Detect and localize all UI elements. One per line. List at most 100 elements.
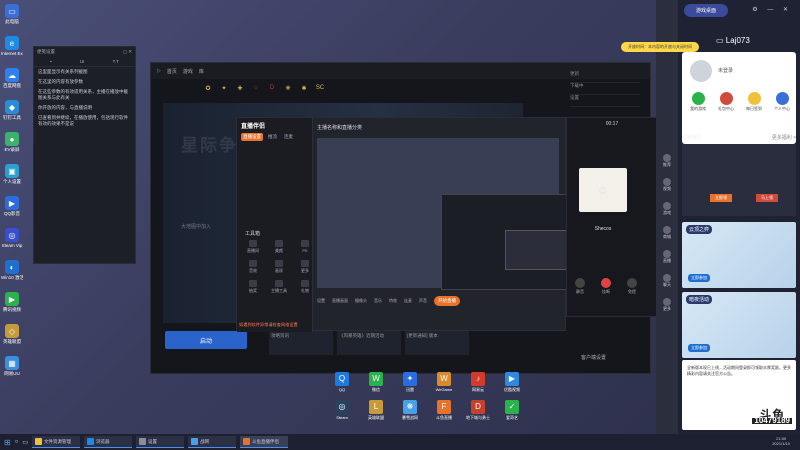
tool-item[interactable]: 礼物	[295, 280, 315, 296]
launcher-bottom-link[interactable]: 客户端设置	[581, 354, 606, 361]
taskbar-app[interactable]: 文件资源管理	[32, 436, 80, 448]
tab-link[interactable]: 连麦	[282, 133, 295, 141]
tray-app[interactable]: ◎ Steam	[330, 400, 354, 424]
search-icon[interactable]: ○	[15, 439, 19, 445]
start-button[interactable]: 启动	[165, 331, 247, 349]
game-icon-2[interactable]: ✦	[219, 83, 229, 93]
live-streaming-tool-window[interactable]: 直播伴侣 直播设置 推流 连麦 工具箱 直播间 美颜 PK 音效 画质 更多 抽奖 主播工具 礼…	[236, 117, 589, 332]
speaker-button[interactable]: 免提	[625, 278, 639, 295]
news-card[interactable]: 攻略资讯	[269, 331, 333, 355]
launcher-nav-home[interactable]: 首页	[167, 68, 177, 75]
tray-app[interactable]: ▶ 优酷视频	[500, 372, 524, 396]
desktop-icon[interactable]: ☁ 百度网盘	[1, 68, 23, 96]
hangup-button[interactable]: 挂断	[599, 278, 613, 295]
tray-app[interactable]: ✓ 爱奇艺	[500, 400, 524, 424]
notepad-tab[interactable]: T.T	[113, 59, 119, 64]
desktop-icon[interactable]: ▶ 腾讯视频	[1, 292, 23, 320]
stream-tool-button[interactable]: 连麦	[404, 298, 412, 304]
tool-item[interactable]: 画质	[269, 260, 289, 276]
sidebar-item[interactable]: 商城	[659, 226, 675, 246]
notepad-window[interactable]: 便笺设置 ▢ ✕ • UI T.T 这里面显示有关系列截图 在这里的内容有放参数…	[33, 46, 136, 264]
notepad-tab[interactable]: UI	[80, 59, 85, 64]
right-row[interactable]: 更新	[570, 71, 640, 83]
desktop-icon[interactable]: eInternet Explorer	[1, 36, 23, 64]
tray-app[interactable]: ❋ 暴雪战网	[398, 400, 422, 424]
promo-card-1[interactable]: 云顶之弈 立即参加	[682, 222, 796, 288]
desktop-icon[interactable]: ◎ Steam Vip	[1, 228, 23, 256]
tool-item[interactable]: PK	[295, 240, 315, 256]
tab-push[interactable]: 推流	[266, 133, 279, 141]
tray-app[interactable]: ♪ 网易云	[466, 372, 490, 396]
tray-app[interactable]: F 斗鱼直播	[432, 400, 456, 424]
game-icon-3[interactable]: ✚	[235, 83, 245, 93]
tray-app[interactable]: Q QQ	[330, 372, 354, 396]
news-card[interactable]: 《风暴英雄》近期活动	[337, 331, 401, 355]
start-icon[interactable]: ⊞	[4, 438, 11, 447]
ad-button-2[interactable]: 马上领	[756, 194, 778, 202]
game-icon-4[interactable]: ◌	[251, 83, 261, 93]
quick-my-games[interactable]: 我的游戏	[688, 92, 708, 112]
section-more-link[interactable]: 更多福利 >	[772, 134, 796, 141]
sidebar-item[interactable]: 推荐	[659, 154, 675, 174]
sidebar-item[interactable]: 游戏	[659, 202, 675, 222]
desktop-icon[interactable]: ▣ 个人设置	[1, 164, 23, 192]
taskbar-app[interactable]: 斗鱼直播伴侣	[240, 436, 288, 448]
desktop-icon[interactable]: ◇ 英雄联盟	[1, 324, 23, 352]
mute-button[interactable]: 静音	[573, 278, 587, 295]
desktop-icon[interactable]: ▦ 网易UU	[1, 356, 23, 384]
tray-app[interactable]: ✦ 迅雷	[398, 372, 422, 396]
right-row[interactable]: 下载中	[570, 83, 640, 95]
tool-item[interactable]: 主播工具	[269, 280, 289, 296]
stream-tool-button[interactable]: 特效	[389, 298, 397, 304]
desktop-icon[interactable]: ◐ Win10 激活	[1, 260, 23, 288]
tray-app[interactable]: W 微信	[364, 372, 388, 396]
tool-item[interactable]: 抽奖	[243, 280, 263, 296]
game-icon-8[interactable]: SC	[315, 83, 325, 93]
login-text[interactable]: 未登录	[718, 67, 733, 74]
tray-app[interactable]: L 英雄联盟	[364, 400, 388, 424]
stream-tool-button[interactable]: 直播画面	[332, 298, 348, 304]
game-desk-button[interactable]: 游戏桌面	[684, 4, 728, 17]
promo-button[interactable]: 立即参加	[688, 344, 710, 352]
news-card[interactable]: [更新通知] 版本	[405, 331, 469, 355]
tool-item[interactable]: 直播间	[243, 240, 263, 256]
notepad-window-controls[interactable]: ▢ ✕	[123, 49, 132, 55]
desktop-icon[interactable]: ▶ QQ影音	[1, 196, 23, 224]
tray-app[interactable]: D 地下城与勇士	[466, 400, 490, 424]
desktop-icon[interactable]: ◆ 钉钉工具	[1, 100, 23, 128]
taskbar-app[interactable]: 浏览器	[84, 436, 132, 448]
game-icon-6[interactable]: ❋	[283, 83, 293, 93]
launcher-nav-games[interactable]: 游戏	[183, 68, 193, 75]
avatar[interactable]	[690, 60, 712, 82]
stream-tool-button[interactable]: 声音	[419, 298, 427, 304]
notepad-tab[interactable]: •	[50, 59, 52, 64]
taskbar-clock[interactable]: 21:50 2021/1/10	[772, 436, 790, 446]
quick-gift-center[interactable]: 礼包中心	[716, 92, 736, 112]
promo-card-2[interactable]: 暗夜活动 立即参加	[682, 292, 796, 358]
voice-call-window[interactable]: 00:17 ☺ Shecos 静音 挂断 免提	[566, 117, 658, 317]
panel-window-controls[interactable]: ⚙ — ✕	[752, 6, 792, 13]
game-icon-7[interactable]: ✱	[299, 83, 309, 93]
sidebar-item[interactable]: 视频	[659, 178, 675, 198]
desktop-icon[interactable]: ▭ 此电脑	[1, 4, 23, 32]
quick-profile[interactable]: 个人中心	[772, 92, 792, 112]
sidebar-item[interactable]: 聊天	[659, 274, 675, 294]
stream-tool-button[interactable]: 设置	[317, 298, 325, 304]
tool-item[interactable]: 美颜	[269, 240, 289, 256]
taskbar-app[interactable]: 设置	[136, 436, 184, 448]
promo-button[interactable]: 立即参加	[688, 274, 710, 282]
tab-live-settings[interactable]: 直播设置	[241, 133, 263, 141]
tool-item[interactable]: 音效	[243, 260, 263, 276]
ad-button-1[interactable]: 立即领	[710, 194, 732, 202]
taskbar-app[interactable]: 战网	[188, 436, 236, 448]
task-view-icon[interactable]: ▭	[22, 439, 28, 446]
stream-tool-button[interactable]: 摄像头	[355, 298, 367, 304]
start-live-button[interactable]: 开始直播	[434, 296, 460, 306]
launcher-nav-library[interactable]: 库	[199, 68, 204, 75]
game-icon-5[interactable]: D	[267, 83, 277, 93]
tool-item[interactable]: 更多	[295, 260, 315, 276]
sidebar-item[interactable]: 更多	[659, 298, 675, 318]
desktop-icon[interactable]: ● EV录屏	[1, 132, 23, 160]
game-icon-1[interactable]: ✪	[203, 83, 213, 93]
sidebar-item[interactable]: 直播	[659, 250, 675, 270]
